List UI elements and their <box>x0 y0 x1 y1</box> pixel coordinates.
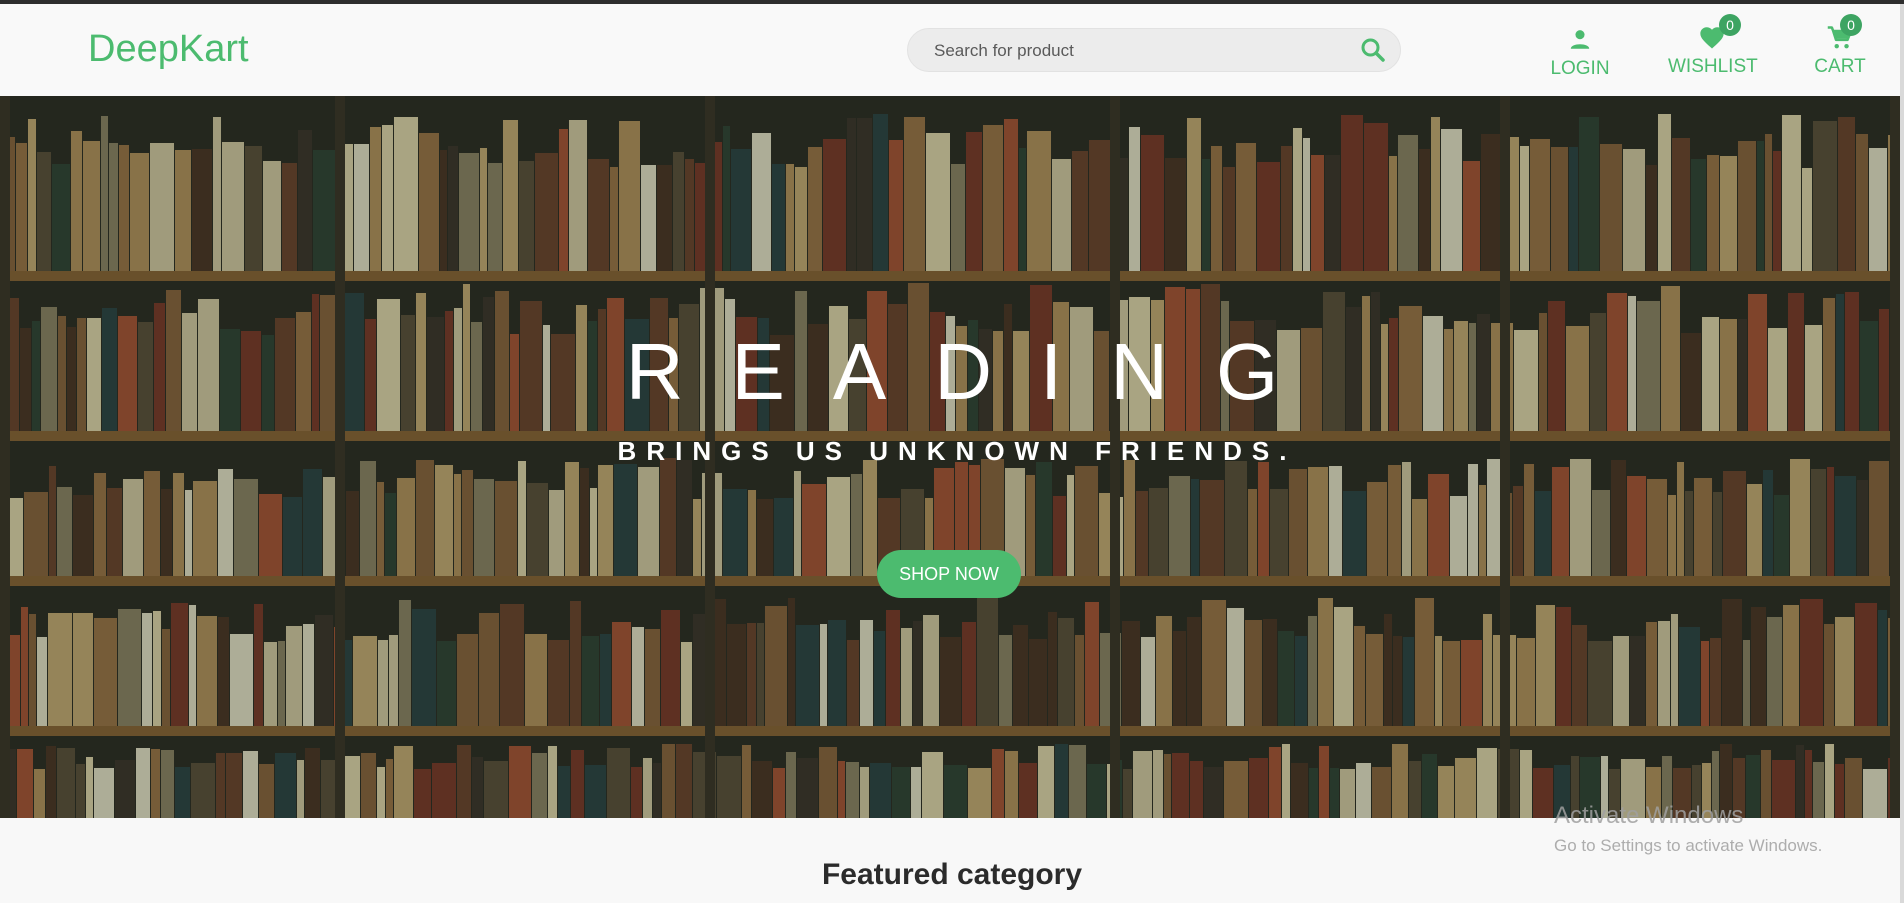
heart-icon: 0 <box>1668 14 1756 56</box>
featured-category-heading: Featured category <box>821 858 1083 891</box>
watermark-line-2: Go to Settings to activate Windows. <box>1554 836 1823 855</box>
search-icon[interactable] <box>1358 35 1388 65</box>
page-scrollbar[interactable] <box>1900 4 1904 903</box>
person-icon <box>1548 26 1612 58</box>
nav-wishlist-label: WISHLIST <box>1668 56 1758 77</box>
nav-cart-label: CART <box>1814 56 1866 77</box>
hero-subtitle: BRINGS US UNKNOWN FRIENDS. <box>617 436 1297 466</box>
wishlist-count-badge: 0 <box>1719 14 1741 36</box>
search-input[interactable] <box>932 29 1336 73</box>
cart-icon: 0 <box>1812 14 1868 56</box>
site-header: DeepKart LOGIN 0 WISHLIST <box>0 4 1904 96</box>
windows-activation-watermark: Activate Windows Go to Settings to activ… <box>1554 802 1822 856</box>
hero-title: READING <box>625 327 1327 416</box>
watermark-line-1: Activate Windows <box>1554 802 1744 829</box>
nav-login-label: LOGIN <box>1550 58 1610 79</box>
brand-logo[interactable]: DeepKart <box>88 28 249 71</box>
nav-wishlist[interactable]: 0 WISHLIST <box>1668 14 1758 82</box>
cart-count-badge: 0 <box>1840 14 1862 36</box>
shop-now-button[interactable]: SHOP NOW <box>877 550 1021 598</box>
search-bar <box>907 28 1401 73</box>
nav-cart[interactable]: 0 CART <box>1812 14 1868 82</box>
nav-login[interactable]: LOGIN <box>1548 22 1612 82</box>
hero-banner: READING BRINGS US UNKNOWN FRIENDS. SHOP … <box>0 96 1904 818</box>
